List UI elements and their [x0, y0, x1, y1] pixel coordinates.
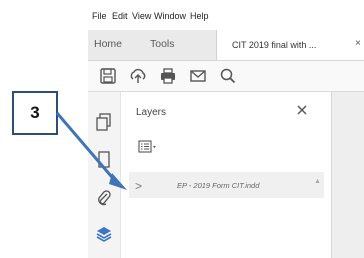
- screenshot-stage: File Edit View Window Help Home Tools CI…: [0, 0, 364, 258]
- upload-icon[interactable]: [128, 66, 148, 86]
- attachments-icon[interactable]: [94, 188, 114, 208]
- left-navigation-rail: [88, 92, 121, 258]
- layer-name: EP - 2019 Form CIT.indd: [177, 181, 260, 190]
- document-area: [332, 92, 364, 258]
- scroll-up-icon[interactable]: ▲: [314, 178, 321, 185]
- close-tab-icon[interactable]: ×: [355, 38, 361, 49]
- menu-edit[interactable]: Edit: [112, 11, 128, 21]
- close-panel-icon[interactable]: [296, 104, 308, 116]
- tab-document-label: CIT 2019 final with ...: [232, 40, 317, 50]
- menu-view[interactable]: View: [132, 11, 151, 21]
- toolbar: [88, 61, 364, 92]
- zoom-icon[interactable]: [218, 66, 238, 86]
- tab-home[interactable]: Home: [94, 38, 122, 50]
- email-icon[interactable]: [188, 66, 208, 86]
- tab-document[interactable]: CIT 2019 final with ... ×: [216, 30, 364, 60]
- layers-icon[interactable]: [94, 224, 114, 244]
- acrobat-window: File Edit View Window Help Home Tools CI…: [88, 0, 364, 258]
- layer-options-menu-icon[interactable]: [138, 140, 160, 154]
- step-number-callout: 3: [12, 91, 58, 135]
- pages-icon[interactable]: [94, 112, 114, 132]
- bookmarks-icon[interactable]: [94, 150, 114, 170]
- save-icon[interactable]: [98, 66, 118, 86]
- menu-file[interactable]: File: [92, 11, 107, 21]
- expand-layer-toggle[interactable]: >: [135, 179, 142, 193]
- layers-panel: Layers > EP - 2019 Form CIT.indd ▲: [121, 92, 332, 258]
- layers-panel-title: Layers: [136, 107, 167, 118]
- menu-window[interactable]: Window: [154, 11, 186, 21]
- menu-bar: File Edit View Window Help: [88, 0, 364, 30]
- layer-row[interactable]: > EP - 2019 Form CIT.indd ▲: [129, 172, 324, 198]
- print-icon[interactable]: [158, 66, 178, 86]
- tab-bar: Home Tools CIT 2019 final with ... ×: [88, 30, 364, 61]
- tab-tools[interactable]: Tools: [150, 38, 175, 50]
- menu-help[interactable]: Help: [190, 11, 209, 21]
